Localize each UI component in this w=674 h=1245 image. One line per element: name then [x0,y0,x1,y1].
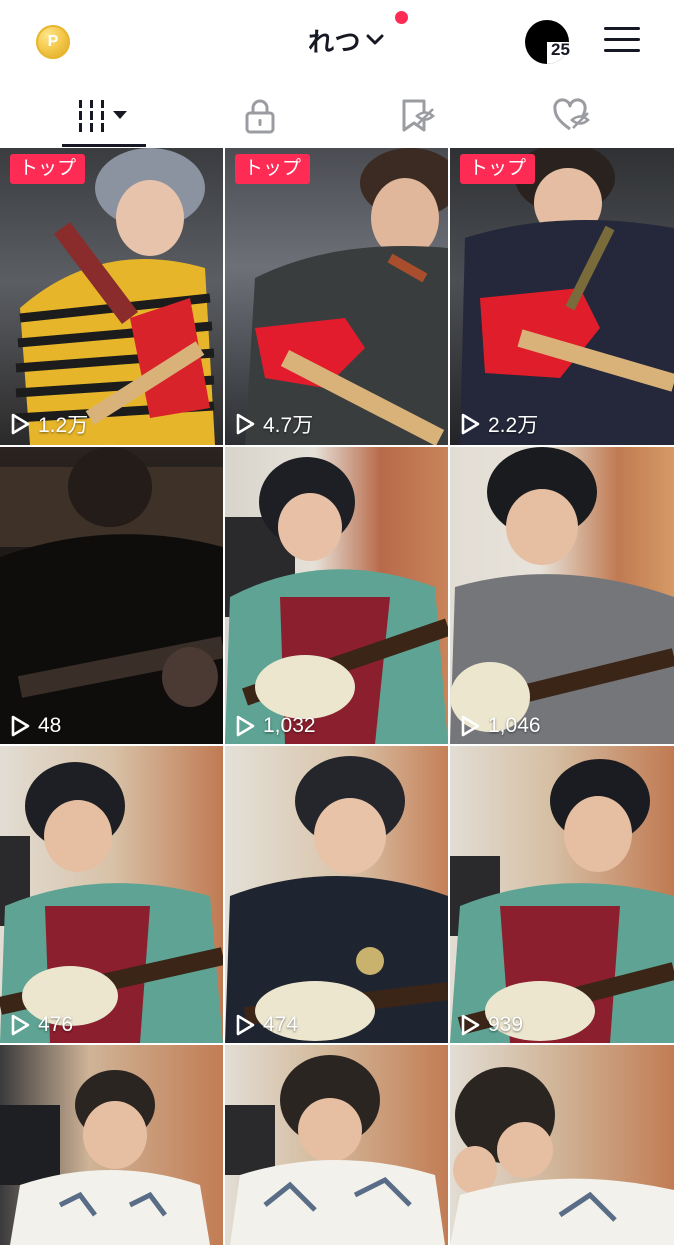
video-preview-image [450,1067,674,1245]
video-thumbnail[interactable]: 1,032 [225,447,448,744]
view-count-label: 1,046 [488,714,541,737]
view-count: 48 [10,714,61,738]
coin-letter: P [47,33,59,50]
play-icon [11,715,30,737]
tab-selected-indicator [62,144,146,147]
view-count-label: 939 [488,1013,524,1036]
view-count-label: 1,032 [263,714,316,737]
video-preview-image [225,756,448,1043]
play-icon [461,413,480,435]
video-preview-image [450,447,674,744]
play-icon [236,715,255,737]
video-thumbnail[interactable]: 1,046 [450,447,674,744]
view-count: 476 [10,1013,73,1037]
video-preview-image [225,457,448,744]
tab-videos[interactable] [20,84,188,148]
view-count: 474 [235,1013,298,1037]
view-count: 2.2万 [460,409,538,439]
liked-hidden-icon [553,98,590,131]
video-thumbnail[interactable]: トップ 2.2万 [450,148,674,445]
view-count-label: 476 [38,1013,74,1036]
video-thumbnail[interactable]: 474 [225,746,448,1043]
video-thumbnail[interactable] [0,1045,223,1245]
view-count: 1,046 [460,714,541,738]
video-preview-image [460,148,674,445]
bookmark-hidden-icon [402,99,435,132]
video-preview-image [450,759,674,1043]
play-icon [236,1014,255,1036]
video-grid: トップ 1.2万 トップ 4.7万 トップ 2.2万 48 1,032 1,04… [0,148,674,1245]
video-thumbnail[interactable]: 48 [0,447,223,744]
account-name: れつ [308,26,362,57]
view-count-label: 1.2万 [38,414,89,437]
play-icon [11,1014,30,1036]
play-icon [461,1014,480,1036]
menu-icon[interactable] [604,27,640,55]
play-icon [11,413,30,435]
view-count-label: 474 [263,1013,299,1036]
notification-dot [395,11,408,24]
view-count: 4.7万 [235,409,313,439]
tab-liked[interactable] [488,84,656,148]
lock-icon [245,99,275,134]
video-preview-image [0,1070,210,1245]
video-preview-image [15,148,215,445]
video-preview-image [0,762,223,1043]
pinned-badge: トップ [460,154,536,184]
videos-grid-icon [79,100,127,132]
video-preview-image [0,447,223,744]
video-thumbnail[interactable]: トップ 4.7万 [225,148,448,445]
view-count: 1,032 [235,714,316,738]
play-icon [461,715,480,737]
video-thumbnail[interactable]: トップ 1.2万 [0,148,223,445]
coin-icon[interactable]: P [36,25,70,59]
video-preview-image [225,1055,445,1245]
view-count: 1.2万 [10,409,88,439]
view-count-label: 48 [38,714,62,737]
view-count-label: 4.7万 [263,414,314,437]
video-thumbnail[interactable] [225,1045,448,1245]
view-count: 939 [460,1013,523,1037]
play-icon [236,413,255,435]
notification-count: 25 [551,40,570,59]
tab-private[interactable] [176,84,344,148]
video-preview-image [245,148,448,445]
account-switcher[interactable]: れつ [308,22,385,58]
view-count-label: 2.2万 [488,414,539,437]
pinned-badge: トップ [235,154,311,184]
video-thumbnail[interactable] [450,1045,674,1245]
profile-tabs [0,84,674,148]
profile-header: P れつ 25 [0,0,674,84]
video-thumbnail[interactable]: 476 [0,746,223,1043]
video-thumbnail[interactable]: 939 [450,746,674,1043]
chevron-down-icon [366,34,384,45]
tab-saved[interactable] [334,84,502,148]
pinned-badge: トップ [10,154,86,184]
